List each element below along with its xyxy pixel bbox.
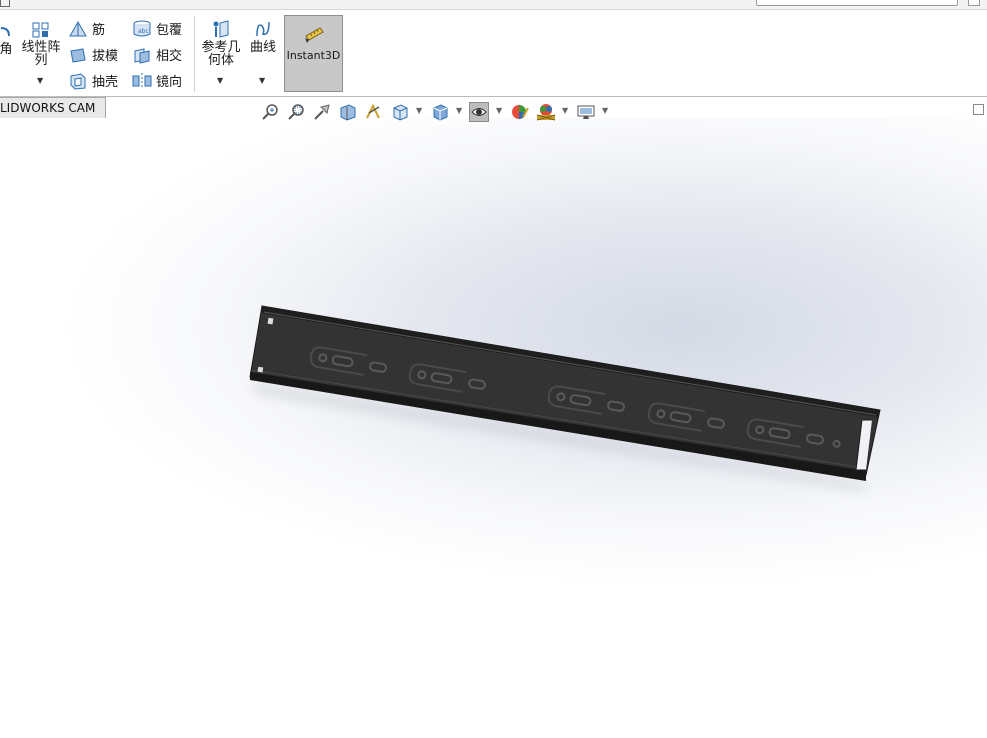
shell-icon	[70, 72, 86, 90]
rib-icon	[69, 20, 87, 36]
fillet-icon	[0, 27, 10, 37]
zoom-to-fit-button[interactable]	[260, 102, 280, 122]
previous-view-icon	[314, 104, 330, 120]
slide-rail-model[interactable]	[0, 118, 987, 738]
display-style-dropdown-icon[interactable]: ▼	[456, 106, 462, 115]
window-control-icon[interactable]	[968, 0, 980, 6]
wrap-label: 包覆	[156, 23, 183, 38]
command-manager-ribbon: 角 线性阵列 ▼ 筋 拔模 抽壳 abc 包覆 相交 镜向 参考几何体 ▼ 曲线…	[0, 10, 987, 97]
ribbon-separator	[194, 16, 195, 92]
apply-scene-button[interactable]	[536, 102, 556, 122]
section-view-icon	[340, 104, 356, 121]
edit-appearance-button[interactable]	[510, 102, 530, 122]
search-box[interactable]	[756, 0, 958, 6]
edit-appearance-icon	[512, 105, 529, 119]
mirror-button[interactable]: 镜向	[132, 71, 182, 90]
rib-label: 筋	[92, 23, 106, 38]
display-style-button[interactable]	[430, 102, 450, 122]
draft-icon	[70, 47, 86, 63]
dynamic-annotation-icon	[366, 103, 380, 119]
view-settings-button[interactable]	[576, 102, 596, 122]
linear-pattern-icon	[32, 22, 49, 38]
app-menu-icon[interactable]	[0, 0, 10, 7]
intersect-label: 相交	[156, 49, 183, 64]
view-settings-icon	[577, 105, 595, 119]
reference-geometry-label: 参考几何体	[201, 40, 241, 68]
wrap-button[interactable]: abc 包覆	[132, 19, 182, 38]
svg-text:abc: abc	[138, 28, 149, 35]
intersect-button[interactable]: 相交	[132, 45, 182, 64]
curves-dropdown-icon[interactable]: ▼	[259, 76, 265, 85]
display-style-icon	[433, 104, 448, 121]
intersect-icon	[134, 47, 150, 64]
dynamic-annotation-button[interactable]	[364, 102, 384, 122]
hide-show-items-button[interactable]	[469, 102, 489, 122]
rail-end-tab	[257, 366, 264, 373]
instant3d-button[interactable]: Instant3D	[284, 15, 343, 92]
view-orientation-dropdown-icon[interactable]: ▼	[416, 106, 422, 115]
draft-label: 拔模	[92, 49, 119, 64]
rib-button[interactable]: 筋	[68, 19, 105, 38]
linear-pattern-button[interactable]: 线性阵列	[20, 22, 62, 67]
tab-solidworks-cam[interactable]: LIDWORKS CAM	[0, 97, 107, 119]
view-settings-dropdown-icon[interactable]: ▼	[602, 106, 608, 115]
hide-show-items-icon	[471, 108, 487, 116]
zoom-to-area-button[interactable]	[286, 102, 306, 122]
reference-geometry-button[interactable]: 参考几何体	[200, 20, 242, 67]
hide-show-dropdown-icon[interactable]: ▼	[496, 106, 502, 115]
view-orientation-button[interactable]	[390, 102, 410, 122]
instant3d-label: Instant3D	[286, 49, 341, 62]
mirror-icon	[132, 72, 152, 89]
wrap-icon: abc	[133, 20, 151, 36]
curves-icon	[256, 21, 270, 37]
rail-end-tab	[267, 317, 274, 325]
view-orientation-icon	[393, 104, 408, 121]
reference-geometry-icon	[213, 20, 229, 38]
draft-button[interactable]: 拔模	[68, 45, 118, 64]
curves-label: 曲线	[249, 40, 276, 55]
apply-scene-dropdown-icon[interactable]: ▼	[562, 106, 568, 115]
command-tab-bar: LIDWORKS CAM	[0, 97, 987, 119]
section-view-button[interactable]	[338, 102, 358, 122]
fillet-button[interactable]: 角	[0, 26, 14, 56]
linear-pattern-label: 线性阵列	[21, 40, 61, 68]
previous-view-button[interactable]	[312, 102, 332, 122]
linear-pattern-dropdown-icon[interactable]: ▼	[37, 76, 43, 85]
curves-button[interactable]: 曲线	[248, 20, 278, 54]
graphics-viewport[interactable]	[0, 118, 987, 738]
shell-label: 抽壳	[92, 75, 119, 90]
expand-task-pane-icon[interactable]	[973, 104, 984, 115]
mirror-label: 镜向	[156, 75, 183, 90]
fillet-label: 角	[0, 42, 13, 57]
reference-geometry-dropdown-icon[interactable]: ▼	[217, 76, 223, 85]
apply-scene-icon	[536, 104, 556, 121]
instant3d-icon	[304, 27, 324, 43]
shell-button[interactable]: 抽壳	[68, 71, 118, 90]
zoom-to-area-icon	[288, 104, 304, 120]
title-bar	[0, 0, 987, 10]
zoom-to-fit-icon	[262, 104, 278, 120]
